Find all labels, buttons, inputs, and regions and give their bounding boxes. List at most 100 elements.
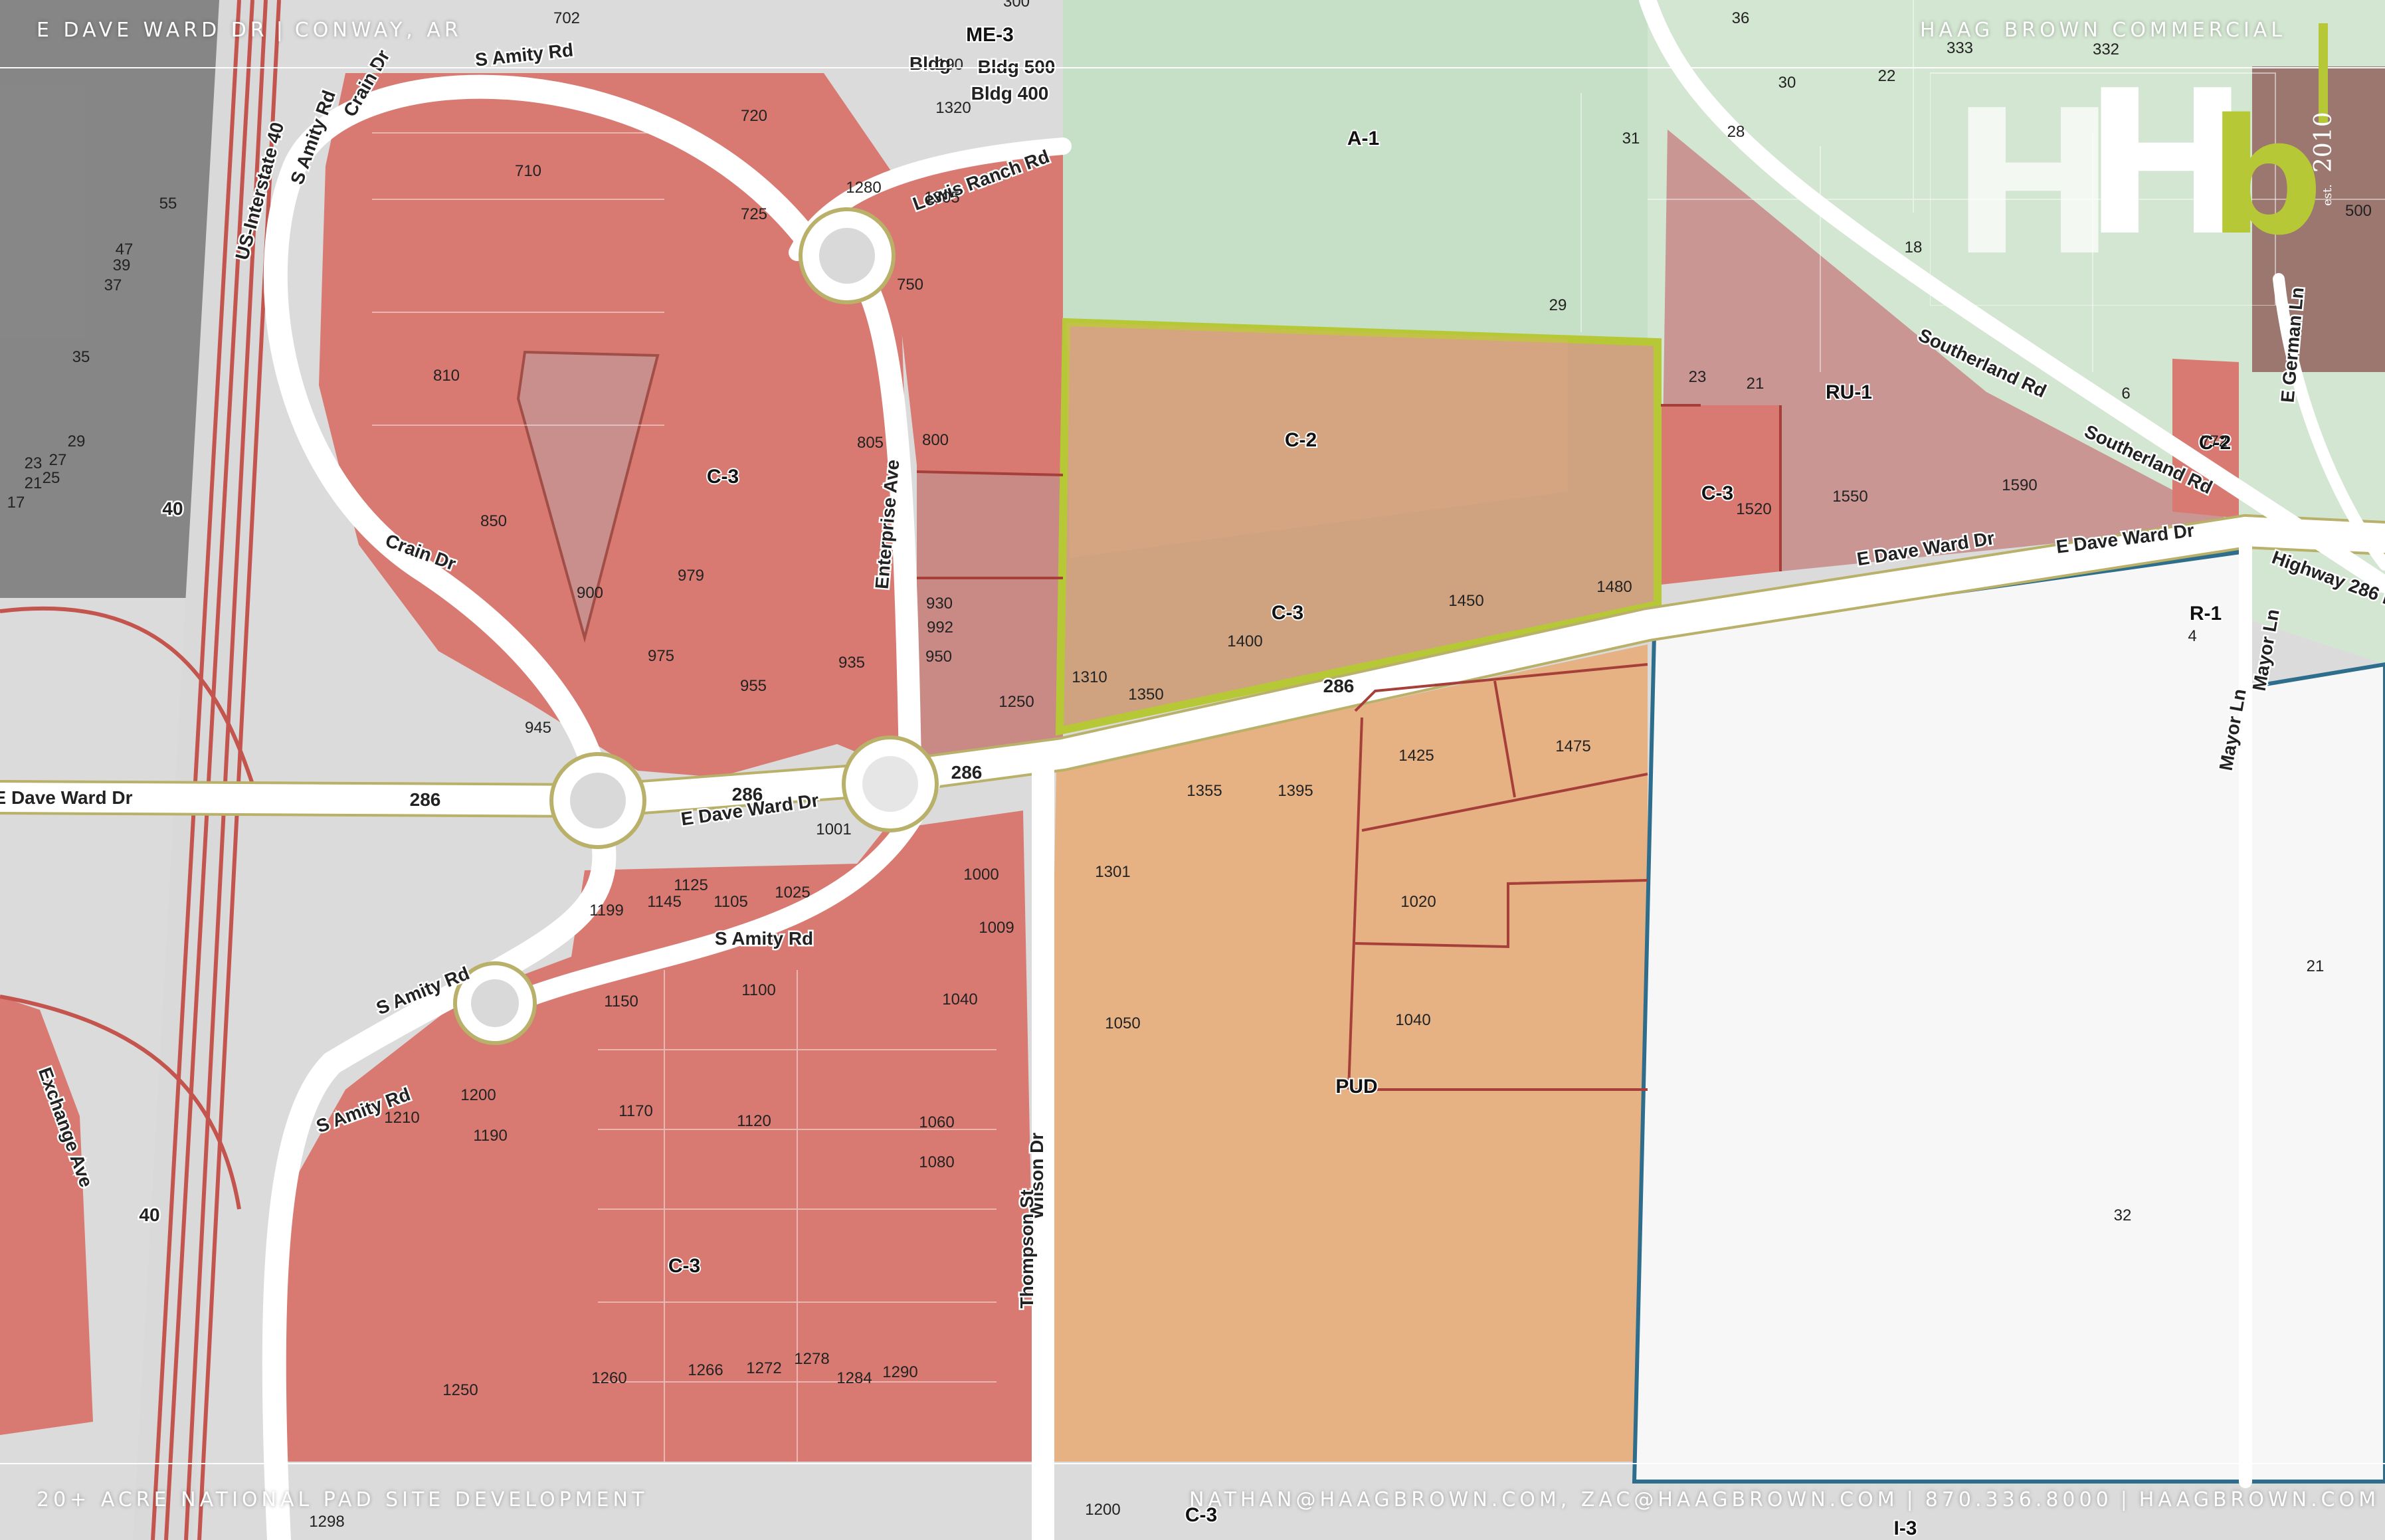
parcel-label: 23	[25, 454, 43, 472]
footer-separator-1: |	[1906, 1488, 1917, 1511]
parcel-label: 1050	[1105, 1014, 1140, 1032]
parcel-label: 190	[937, 56, 963, 74]
parcel-label: 1350	[1128, 686, 1163, 704]
logo-letter-b: b	[2209, 84, 2323, 270]
parcel-label: 23	[1689, 368, 1707, 386]
road-label: E Dave Ward Dr	[0, 787, 133, 808]
parcel-label: 1320	[935, 99, 971, 117]
zone-label: R-1	[2190, 603, 2222, 625]
zone-label: C-3	[1701, 482, 1733, 504]
road-label: 286	[732, 784, 763, 805]
parcel-label: 800	[922, 431, 949, 449]
footer-website[interactable]: HAAGBROWN.COM	[2139, 1488, 2380, 1511]
parcel-label: 1250	[999, 693, 1034, 711]
header-address-block: E DAVE WARD DR | CONWAY, AR	[37, 19, 462, 42]
parcel-label: 4	[2188, 627, 2196, 645]
parcel-label: 21	[1747, 375, 1765, 393]
parcel-label: 21	[25, 474, 43, 492]
parcel-label: 1260	[591, 1369, 626, 1387]
parcel-label: 1150	[604, 993, 638, 1011]
parcel-label: 772	[2201, 433, 2228, 450]
road-label: Bldg 400	[971, 83, 1049, 104]
parcel-label: 39	[113, 256, 131, 274]
zone-c3-parcel	[917, 472, 1063, 764]
footer-rule	[0, 1463, 2385, 1464]
parcel-label: 6	[2121, 385, 2130, 403]
parcel-label: 1450	[1448, 592, 1483, 610]
road-label: 286	[951, 762, 983, 783]
zone-label: C-3	[1272, 602, 1303, 624]
parcel-label: 300	[1003, 0, 1030, 11]
parcel-label: 29	[1549, 296, 1567, 314]
parcel-label: 935	[838, 654, 865, 672]
parcel-label: 805	[857, 434, 884, 452]
footer-phone[interactable]: 870.336.8000	[1925, 1488, 2113, 1511]
parcel-label: 29	[68, 433, 86, 450]
parcel-label: 1305	[924, 189, 959, 207]
parcel-label: 1105	[714, 893, 748, 911]
parcel-label: 27	[49, 451, 67, 469]
parcel-label: 1266	[688, 1361, 723, 1379]
parcel-label: 979	[678, 567, 704, 585]
zone-label: C-3	[707, 466, 739, 488]
parcel-label: 25	[43, 469, 60, 487]
parcel-label: 702	[553, 9, 580, 27]
zone-label: A-1	[1347, 128, 1379, 149]
footer-tagline: 20+ ACRE NATIONAL PAD SITE DEVELOPMENT	[37, 1488, 648, 1511]
parcel-label: 36	[1732, 9, 1750, 27]
parcel-label: 1001	[816, 820, 851, 838]
parcel-label: 1280	[846, 179, 881, 197]
parcel-label: 32	[2114, 1206, 2132, 1224]
parcel-label: 750	[897, 276, 923, 294]
parcel-label: 1170	[619, 1102, 653, 1120]
parcel-label: 1355	[1187, 782, 1222, 800]
header-city: CONWAY, AR	[294, 19, 462, 42]
parcel-label: 720	[741, 107, 767, 125]
parcel-label: 1590	[2002, 476, 2037, 494]
parcel-label: 1278	[794, 1350, 829, 1368]
parcel-label: 37	[104, 276, 122, 294]
parcel-label: 1298	[309, 1513, 344, 1531]
parcel-label: 1520	[1736, 500, 1771, 518]
zone-label: C-2	[1285, 429, 1317, 451]
parcel-label: 1395	[1278, 782, 1313, 800]
zone-label: I-3	[1893, 1517, 1917, 1539]
parcel-label: 1200	[460, 1086, 496, 1104]
parcel-label: 1475	[1555, 737, 1590, 755]
footer-emails[interactable]: NATHAN@HAAGBROWN.COM, ZAC@HAAGBROWN.COM	[1189, 1488, 1899, 1511]
footer-separator-2: |	[2120, 1488, 2131, 1511]
parcel-label: 1040	[1395, 1011, 1430, 1029]
parcel-label: 1272	[746, 1359, 781, 1377]
parcel-label: 1310	[1072, 668, 1107, 686]
parcel-label: 31	[1622, 130, 1640, 147]
haag-brown-logo: H H b 2010 est.	[1930, 23, 2337, 306]
parcel-label: 28	[1727, 123, 1745, 141]
parcel-label: 1125	[674, 876, 708, 894]
zone-a1-area	[1063, 0, 1648, 339]
parcel-label: 1009	[979, 919, 1014, 937]
parcel-label: 1301	[1095, 863, 1130, 881]
parcel-label: 1100	[741, 981, 776, 999]
parcel-label: 22	[1878, 67, 1896, 85]
large-parcel	[1632, 549, 2385, 1484]
parcel-label: 35	[72, 348, 90, 366]
parcel-label: 17	[7, 494, 25, 512]
logo-year: 2010	[2310, 112, 2337, 173]
road-label: 286	[1323, 676, 1355, 696]
header-address: E DAVE WARD DR	[37, 19, 268, 42]
road-label: S Amity Rd	[715, 928, 813, 949]
parcel-label: 1550	[1832, 488, 1867, 506]
parcel-label: 945	[525, 719, 551, 737]
zone-label: C-3	[668, 1255, 700, 1277]
parcel-label: 725	[741, 205, 767, 223]
parcel-label: 1210	[384, 1109, 419, 1127]
parcel-label: 1120	[737, 1112, 771, 1130]
logo-accent-bar	[2319, 23, 2328, 123]
footer-contact: NATHAN@HAAGBROWN.COM, ZAC@HAAGBROWN.COM |…	[1189, 1488, 2380, 1511]
zone-label: RU-1	[1826, 381, 1872, 403]
map-stage: A-1 C-2 C-3 C-3 C-3 RU-1 C-2 R-1 PUD C-3 C-3 I-3 ME-…	[0, 0, 2385, 1540]
parcel-label: 1190	[473, 1127, 508, 1145]
parcel-label: 1020	[1400, 893, 1436, 911]
parcel-label: 30	[1778, 74, 1796, 92]
parcel-label: 1250	[442, 1381, 478, 1399]
